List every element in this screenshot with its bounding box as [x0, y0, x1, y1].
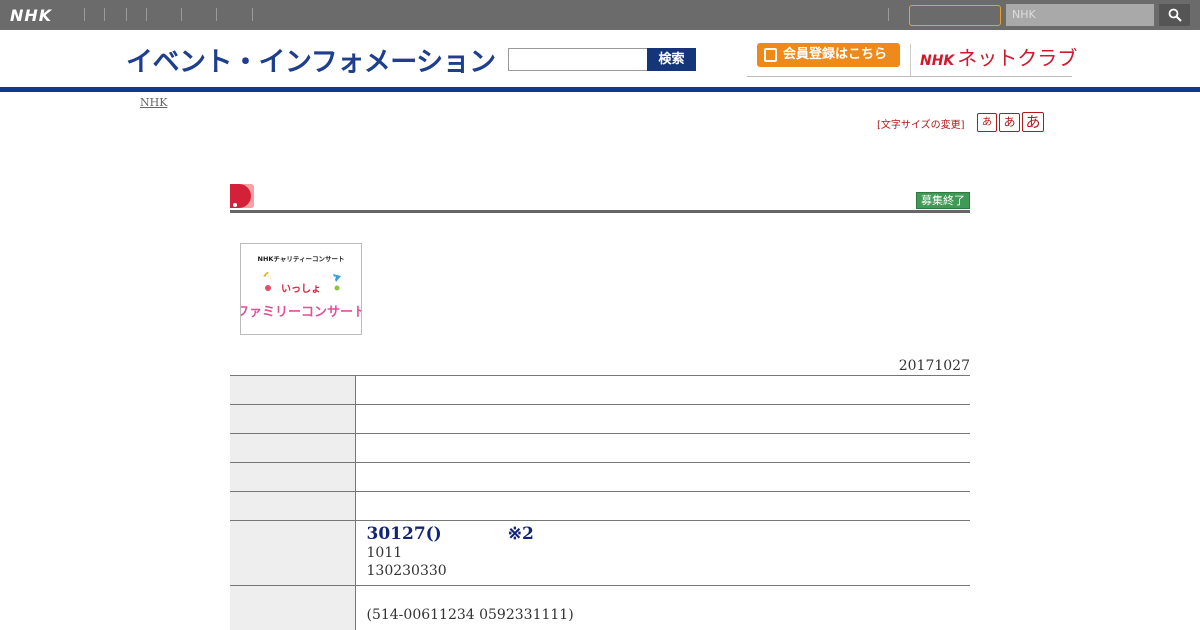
table-value-cell — [355, 491, 970, 521]
table-value-cell — [355, 462, 970, 492]
table-value-cell — [355, 433, 970, 463]
schedule-main: 30127() ※2 — [367, 524, 971, 544]
event-image-middle-line2: いっしょ — [281, 283, 321, 295]
register-button-label: 会員登録はこちら — [783, 47, 888, 62]
schedule-note: ※2 — [507, 524, 534, 544]
font-size-label: [文字サイズの変更] — [877, 120, 965, 131]
table-row-schedule: 30127() ※2 1011 130230330 — [230, 520, 971, 586]
heading-rule — [230, 210, 970, 213]
heading-marker-icon — [230, 184, 254, 208]
nav-separator — [216, 8, 217, 21]
table-value-cell — [355, 375, 970, 405]
table-header-cell — [230, 433, 356, 463]
global-nav-bar: NHK NHK — [0, 0, 1200, 30]
table-header-cell — [230, 585, 356, 630]
global-search-input[interactable]: NHK — [1006, 4, 1154, 26]
header-band — [0, 87, 1200, 92]
contact-cell: (514-00611234 0592331111) — [355, 585, 970, 630]
table-row — [230, 433, 970, 463]
table-row — [230, 404, 970, 434]
global-nav-button[interactable] — [909, 5, 1001, 26]
site-search-input[interactable] — [508, 48, 648, 71]
breadcrumb-link[interactable]: NHK — [140, 96, 167, 109]
event-image-bottom-text: ファミリーコンサート — [241, 305, 361, 320]
contact-info: (514-00611234 0592331111) — [366, 607, 574, 623]
page-title[interactable]: イベント・インフォメーション — [126, 40, 496, 79]
nav-separator — [146, 8, 147, 21]
font-size-large-button[interactable]: あ — [1022, 112, 1044, 132]
nav-separator — [104, 8, 105, 21]
table-header-cell — [230, 491, 356, 521]
nav-separator — [252, 8, 253, 21]
table-row-contact: (514-00611234 0592331111) — [230, 585, 970, 630]
nav-separator — [84, 8, 85, 21]
header-divider — [910, 44, 911, 76]
table-value-cell — [355, 404, 970, 434]
register-icon — [764, 48, 777, 62]
nhk-logo[interactable]: NHK — [10, 6, 52, 25]
table-row — [230, 462, 970, 492]
netclub-logo-nhk: NHK — [920, 53, 955, 69]
schedule-cell: 30127() ※2 1011 130230330 — [355, 520, 971, 586]
site-search-button[interactable]: 検索 — [647, 48, 696, 71]
netclub-logo-text: ネットクラブ — [957, 46, 1078, 70]
nav-separator — [888, 8, 889, 21]
table-header-cell — [230, 404, 356, 434]
schedule-line: 130230330 — [366, 563, 447, 579]
table-row — [230, 491, 970, 521]
table-row — [230, 375, 970, 405]
nav-separator — [126, 8, 127, 21]
schedule-line: 1011 — [366, 545, 403, 561]
global-search-button[interactable] — [1159, 4, 1190, 26]
font-size-small-button[interactable]: あ — [977, 113, 997, 132]
event-detail-table: 30127() ※2 1011 130230330 (514-00611234 0… — [230, 375, 970, 630]
table-header-cell — [230, 375, 356, 405]
status-badge: 募集終了 — [916, 192, 970, 209]
table-header-cell — [230, 520, 356, 586]
event-image-top-text: NHKチャリティーコンサート — [258, 255, 345, 263]
event-image-middle-line1: おかあさんと — [265, 267, 337, 281]
updated-date: 20171027 — [898, 358, 970, 374]
font-size-medium-button[interactable]: あ — [999, 113, 1020, 132]
register-button[interactable]: 会員登録はこちら — [757, 43, 900, 67]
search-icon — [1168, 8, 1182, 22]
table-header-cell — [230, 462, 356, 492]
event-image: NHKチャリティーコンサート おかあさんと いっしょ ファミリーコンサート — [240, 243, 362, 335]
schedule-dates: 30127() — [366, 524, 442, 544]
netclub-logo[interactable]: NHK ネットクラブ — [920, 42, 1077, 71]
header-rule — [747, 76, 1072, 77]
nav-separator — [181, 8, 182, 21]
